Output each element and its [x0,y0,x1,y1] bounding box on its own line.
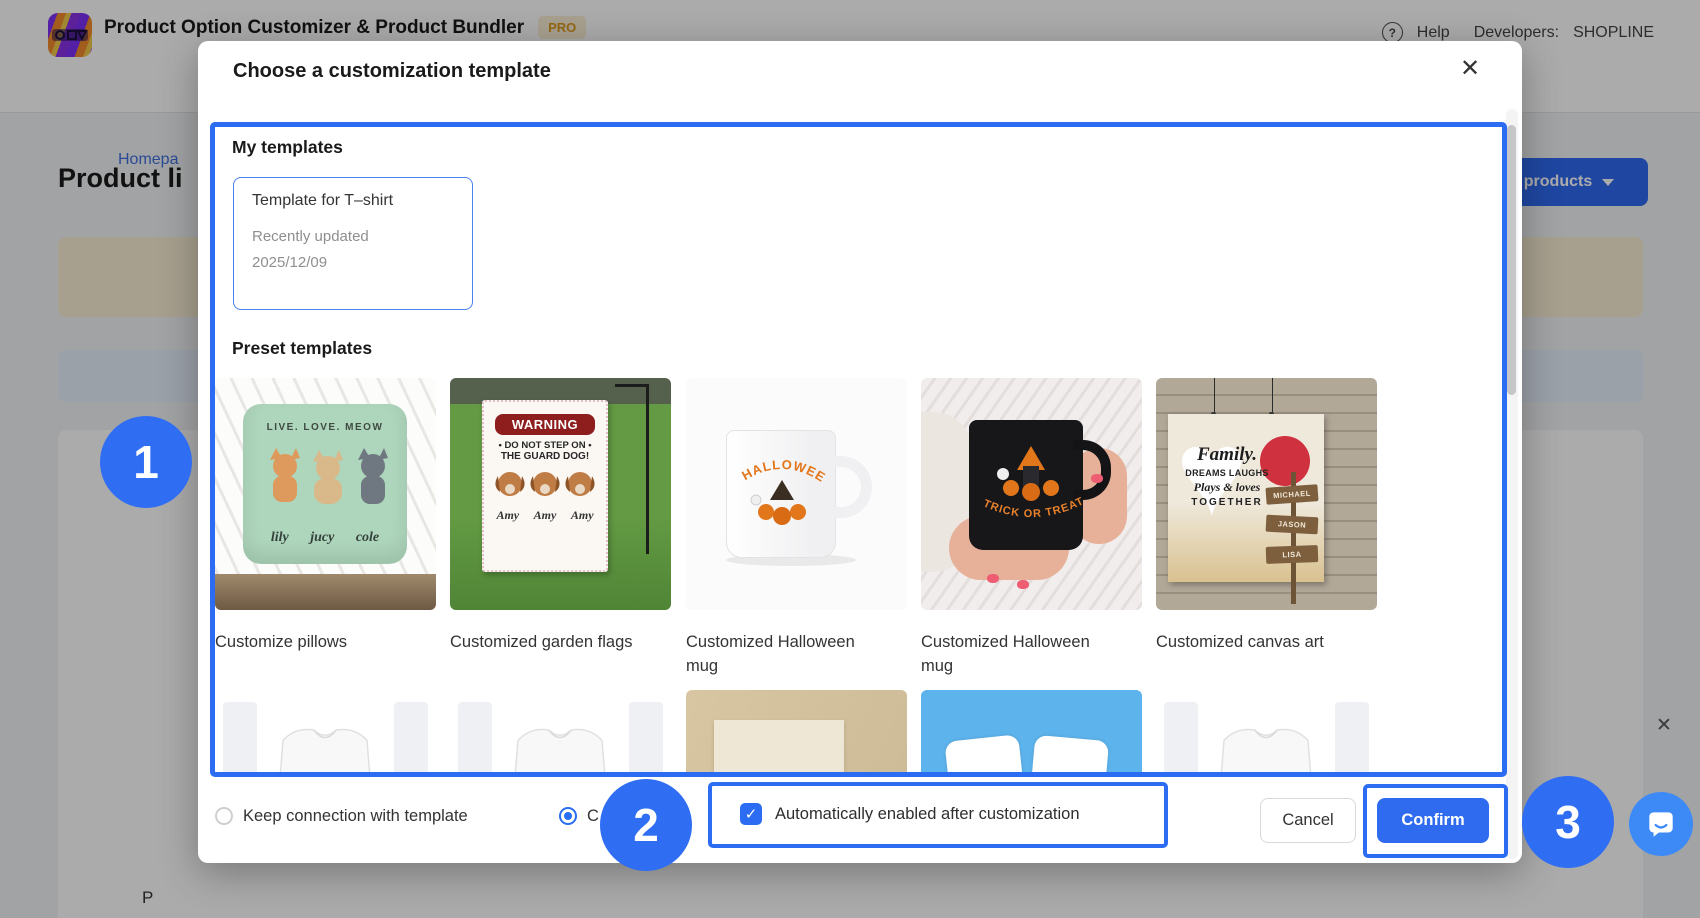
sign-name: LISA [1265,545,1319,564]
chat-bubble-icon [1649,812,1673,837]
pillow-floor [215,574,436,610]
template-updated-date: 2025/12/09 [252,254,328,271]
pillow-image: LIVE. LOVE. MEOW lily jucy cole [243,404,407,564]
dogs-illustration [495,472,595,496]
auto-enable-label[interactable]: Automatically enabled after customizatio… [775,805,1080,824]
mug-shape [944,734,1024,776]
preset-thumb-blue-mugs[interactable] [921,690,1142,776]
flag-pole [615,384,649,387]
auto-enable-checkbox[interactable]: ✓ [740,803,762,825]
white-mug-text: HALLOWEEN [722,438,827,485]
flag-dog-names: Amy Amy Amy [496,508,594,522]
preset-thumb-pillows[interactable]: LIVE. LOVE. MEOW lily jucy cole [215,378,436,610]
modal-title: Choose a customization template [233,60,551,82]
preset-caption: Customized canvas art [1156,633,1324,651]
canvas-image: ♥ Family. DREAMS LAUGHS Plays & loves TO… [1168,408,1324,604]
halloween-art: HALLOWEEN [722,438,828,525]
preset-thumb-black-mug[interactable]: TRICK OR TREAT [921,378,1142,610]
tshirt-image [279,728,371,776]
radio-keep-connection-label[interactable]: Keep connection with template [243,807,468,826]
mug-shape [1030,734,1110,776]
flag-line2: THE GUARD DOG! [500,451,590,462]
linen-card [714,720,844,776]
cancel-button[interactable]: Cancel [1260,798,1356,843]
canvas-family-text: Family. [1197,444,1257,465]
tshirt-image [1220,728,1312,776]
sign-name: JASON [1265,514,1319,535]
tshirt-image [514,728,606,776]
hanging-string [1272,378,1273,414]
preset-caption: Customized Halloween mug [686,633,855,675]
nail [1017,580,1029,589]
canvas-dreams-text: DREAMS LAUGHS [1185,468,1269,478]
screen: Product Option Customizer & Product Bund… [0,0,1700,918]
preset-caption: Customized garden flags [450,633,633,651]
choose-template-modal: Choose a customization template ✕ My tem… [198,41,1522,863]
preset-thumb-tshirt[interactable] [450,690,671,776]
template-card-tshirt[interactable]: Template for T–shirt Recently updated 20… [233,177,473,310]
step-badge-3: 3 [1522,776,1614,868]
preset-thumb-tshirt[interactable] [1156,690,1377,776]
preset-thumb-linen[interactable] [686,690,907,776]
scrollbar-thumb[interactable] [1507,125,1516,395]
cats-illustration [270,448,388,504]
preset-caption: Customize pillows [215,633,348,651]
nail [1091,474,1103,483]
my-templates-heading: My templates [232,137,343,157]
flag-pole [646,384,649,554]
step-badge-2: 2 [600,779,692,871]
halloween-art: TRICK OR TREAT [981,446,1085,520]
flag-warning-text: WARNING [495,414,595,435]
radio-selected-label[interactable]: C [587,807,599,826]
flag-image: WARNING DO NOT STEP ON THE GUARD DOG! Am… [482,400,608,572]
radio-keep-connection[interactable] [215,807,233,825]
template-updated-label: Recently updated [252,228,369,245]
confirm-button[interactable]: Confirm [1377,798,1489,843]
preset-thumb-garden-flag[interactable]: WARNING DO NOT STEP ON THE GUARD DOG! Am… [450,378,671,610]
close-icon[interactable]: ✕ [1460,57,1480,81]
preset-thumb-tshirt[interactable] [215,690,436,776]
step-badge-1: 1 [100,416,192,508]
template-name: Template for T–shirt [252,192,394,209]
preset-templates-heading: Preset templates [232,338,373,358]
pillow-text: LIVE. LOVE. MEOW [266,422,384,433]
preset-caption: Customized Halloween mug [921,633,1090,675]
pillow-cat-names: lily jucy cole [270,530,380,545]
svg-text:HALLOWEEN: HALLOWEEN [722,438,828,485]
nail [987,574,999,583]
sign-name: MICHAEL [1265,484,1319,505]
flag-line1: DO NOT STEP ON [484,440,606,451]
radio-selected[interactable] [559,807,577,825]
preset-thumb-canvas-art[interactable]: ♥ Family. DREAMS LAUGHS Plays & loves TO… [1156,378,1377,610]
preset-thumb-white-mug[interactable]: HALLOWEEN [686,378,907,610]
chat-widget-button[interactable] [1629,792,1693,856]
